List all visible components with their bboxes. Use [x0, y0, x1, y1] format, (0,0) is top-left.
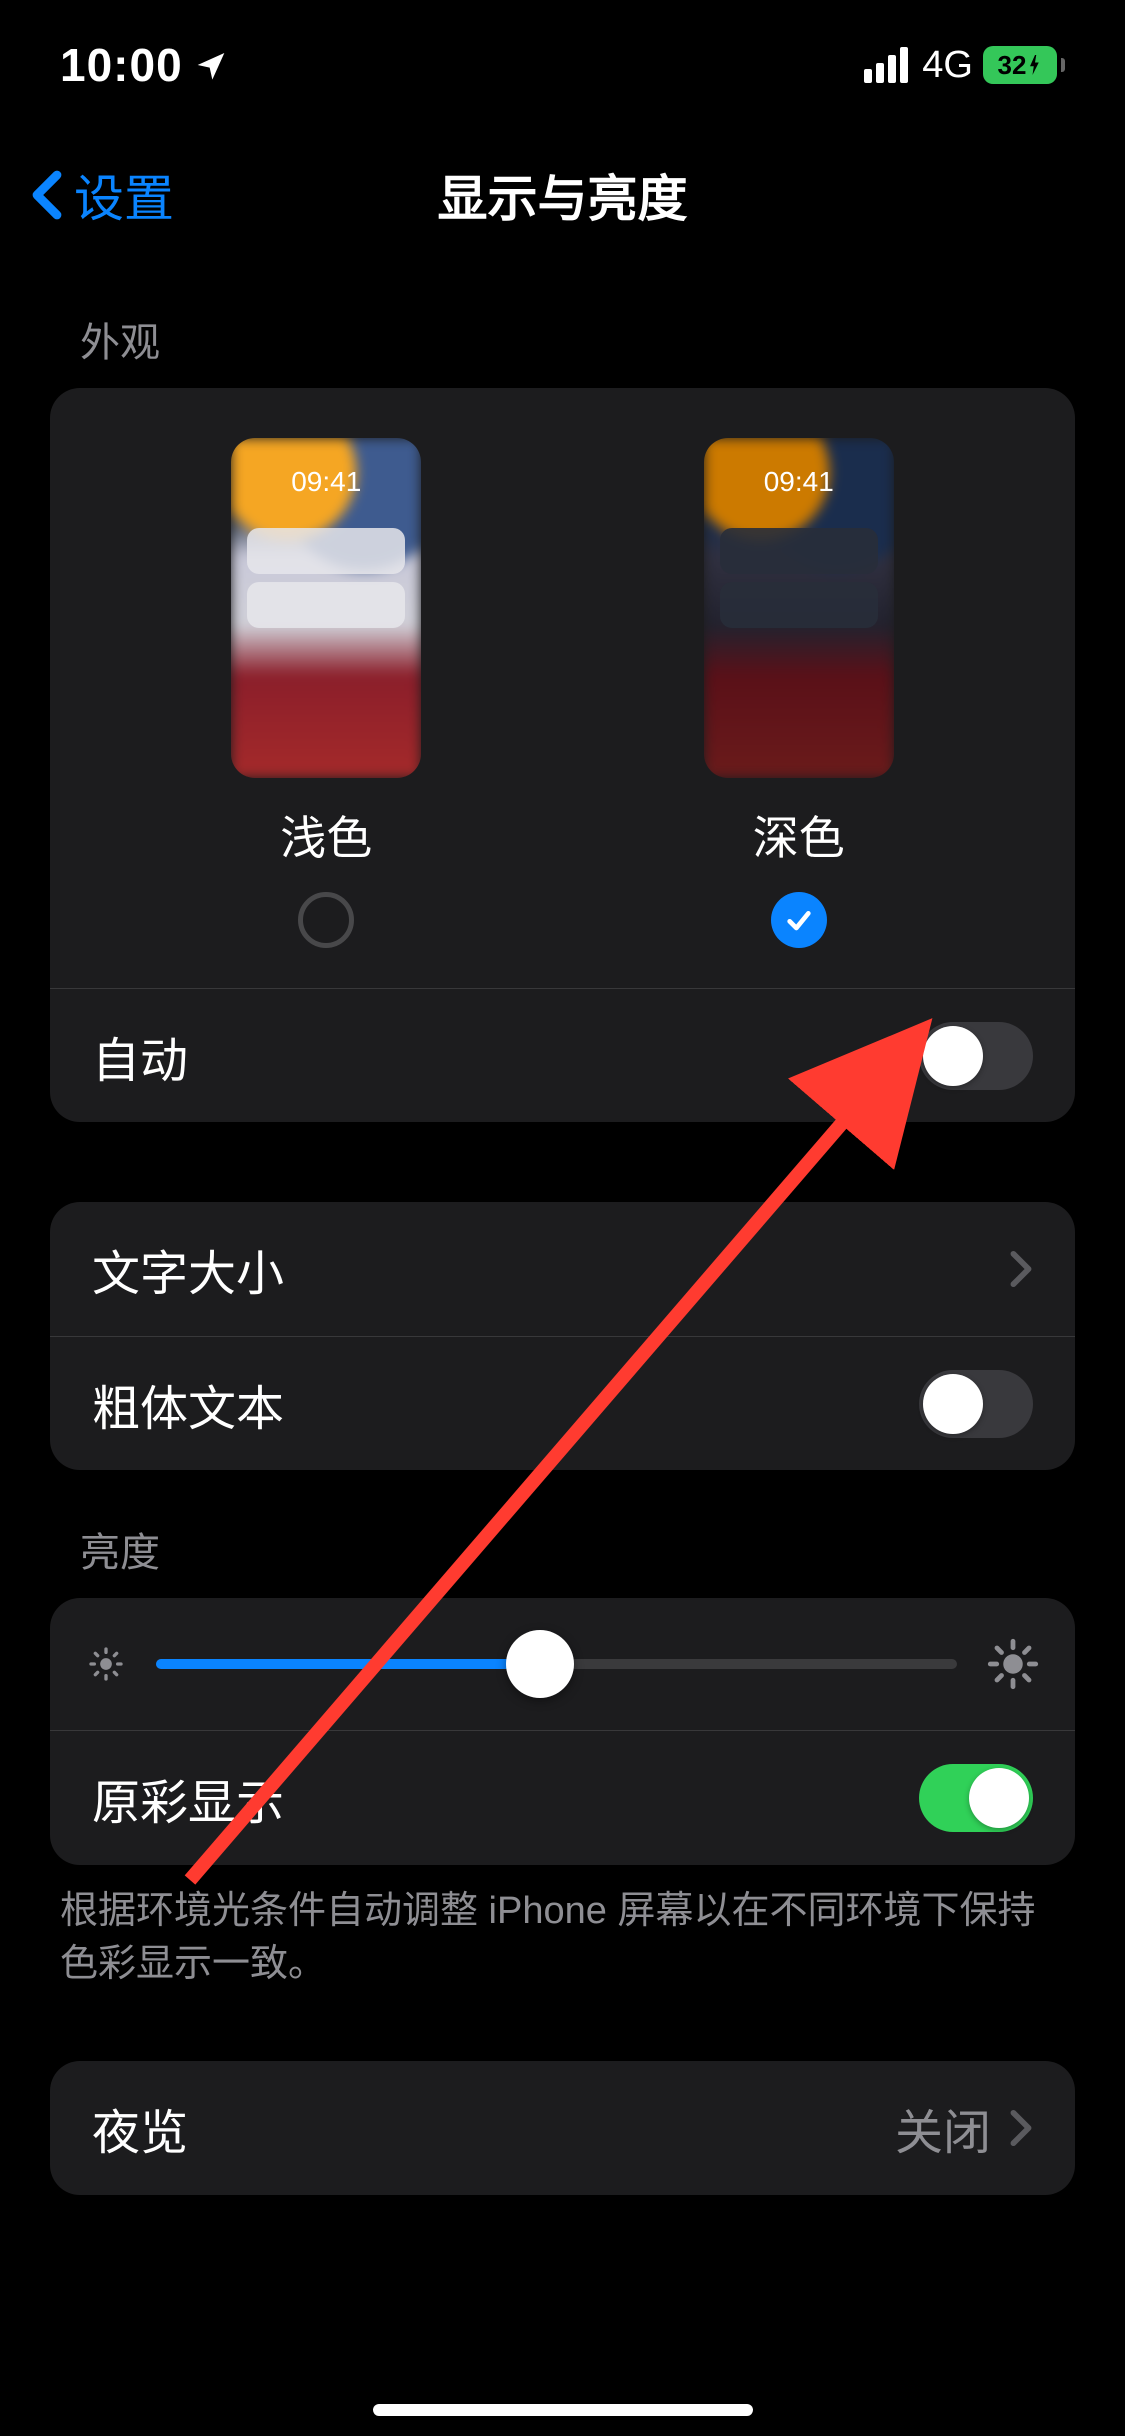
brightness-slider[interactable] [156, 1659, 957, 1669]
text-size-row[interactable]: 文字大小 [50, 1202, 1075, 1336]
chevron-right-icon [1009, 1250, 1033, 1288]
battery-icon: 32 [983, 46, 1065, 84]
chevron-right-icon [1009, 2109, 1033, 2147]
appearance-light-option[interactable]: 09:41 浅色 [231, 438, 421, 948]
true-tone-toggle[interactable] [919, 1764, 1033, 1832]
appearance-dark-option[interactable]: 09:41 深色 [704, 438, 894, 948]
text-size-label: 文字大小 [92, 1234, 284, 1304]
night-shift-value: 关闭 [895, 2093, 991, 2163]
night-shift-row[interactable]: 夜览 关闭 [50, 2061, 1075, 2195]
location-icon [195, 49, 227, 81]
dark-label: 深色 [753, 802, 845, 868]
light-radio[interactable] [298, 892, 354, 948]
text-group: 文字大小 粗体文本 [50, 1202, 1075, 1470]
sun-small-icon [86, 1644, 126, 1684]
checkmark-icon [783, 904, 815, 936]
night-shift-label: 夜览 [92, 2093, 188, 2163]
appearance-group: 09:41 浅色 09:41 深色 自动 [50, 388, 1075, 1122]
true-tone-label: 原彩显示 [92, 1763, 284, 1833]
light-label: 浅色 [280, 802, 372, 868]
bold-text-row: 粗体文本 [50, 1336, 1075, 1470]
auto-label: 自动 [92, 1021, 188, 1091]
true-tone-row: 原彩显示 [50, 1731, 1075, 1865]
navigation-bar: 设置 显示与亮度 [0, 130, 1125, 260]
auto-toggle[interactable] [919, 1022, 1033, 1090]
dark-radio[interactable] [771, 892, 827, 948]
section-header-appearance: 外观 [0, 260, 1125, 388]
section-header-brightness: 亮度 [0, 1470, 1125, 1598]
signal-icon [864, 47, 908, 83]
chevron-left-icon [30, 170, 64, 220]
light-preview: 09:41 [231, 438, 421, 778]
network-label: 4G [922, 44, 973, 87]
sun-large-icon [987, 1638, 1039, 1690]
dark-preview: 09:41 [704, 438, 894, 778]
brightness-group: 原彩显示 [50, 1598, 1075, 1865]
back-button[interactable]: 设置 [0, 159, 174, 231]
auto-row: 自动 [50, 988, 1075, 1122]
status-bar: 10:00 4G 32 [0, 0, 1125, 130]
bold-text-toggle[interactable] [919, 1370, 1033, 1438]
home-indicator[interactable] [373, 2404, 753, 2416]
brightness-slider-row [50, 1598, 1075, 1731]
bold-text-label: 粗体文本 [92, 1369, 284, 1439]
status-time: 10:00 [60, 38, 183, 92]
true-tone-footer: 根据环境光条件自动调整 iPhone 屏幕以在不同环境下保持色彩显示一致。 [0, 1865, 1125, 2011]
back-label: 设置 [74, 159, 174, 231]
night-shift-group: 夜览 关闭 [50, 2061, 1075, 2195]
